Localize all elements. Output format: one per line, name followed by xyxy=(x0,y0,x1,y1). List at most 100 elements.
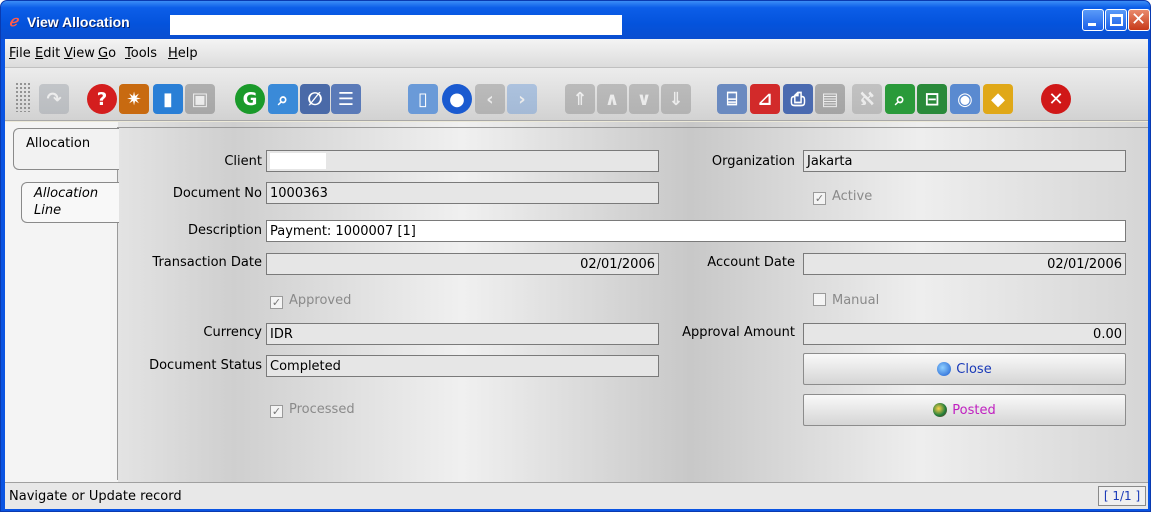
approved-checkbox[interactable]: ✓ Approved xyxy=(270,293,351,309)
description-label: Description xyxy=(187,223,262,238)
tab-allocation[interactable]: Allocation xyxy=(13,128,119,170)
close-window-button[interactable]: ✕ xyxy=(1128,9,1150,31)
menu-go-rest: o xyxy=(108,46,117,61)
posted-icon xyxy=(933,403,948,417)
menu-bar: File Edit View Go Tools Help xyxy=(5,39,1148,67)
new-record-icon[interactable]: ✷ xyxy=(119,84,149,114)
home-icon[interactable]: ● xyxy=(442,84,472,114)
report-icon[interactable]: ▤ xyxy=(815,84,845,114)
record-panel: Allocation Allocation Line Client Organi… xyxy=(5,122,1148,482)
menu-edit[interactable]: Edit xyxy=(35,46,60,61)
manual-checkbox[interactable]: Manual xyxy=(813,293,879,308)
transaction-date-field[interactable]: 02/01/2006 xyxy=(266,253,659,275)
minimize-icon xyxy=(1088,23,1096,26)
print-preview-icon[interactable]: ⌸ xyxy=(717,84,747,114)
archive-icon[interactable]: ◉ xyxy=(950,84,980,114)
account-date-label: Account Date xyxy=(707,255,795,270)
currency-field[interactable]: IDR xyxy=(266,323,659,345)
menu-edit-rest: dit xyxy=(43,46,61,61)
title-bar[interactable]: ℯ View Allocation ✕ xyxy=(1,1,1150,39)
active-workflows-icon[interactable]: ⌕ xyxy=(885,84,915,114)
approved-checkbox-label: Approved xyxy=(289,293,352,308)
manual-checkbox-label: Manual xyxy=(832,293,880,308)
close-icon: ✕ xyxy=(1131,9,1147,30)
delete-icon[interactable]: ▣ xyxy=(185,84,215,114)
maximize-icon xyxy=(1110,14,1123,26)
next-record-icon[interactable]: ∨ xyxy=(629,84,659,114)
account-date-field[interactable]: 02/01/2006 xyxy=(803,253,1126,275)
status-message: Navigate or Update record xyxy=(9,489,182,504)
processed-checkbox[interactable]: ✓ Processed xyxy=(270,402,355,418)
document-no-label: Document No xyxy=(172,186,262,201)
status-bar: Navigate or Update record [ 1/1 ] xyxy=(5,482,1148,509)
active-check-icon: ✓ xyxy=(813,192,826,205)
menu-go-key: G xyxy=(98,46,109,61)
menu-tools-rest: ools xyxy=(130,46,158,61)
window-title: View Allocation xyxy=(27,14,130,30)
menu-view-key: V xyxy=(64,46,73,61)
organization-label: Organization xyxy=(711,154,795,169)
tab-allocation-line-label: Allocation Line xyxy=(34,186,99,218)
find-icon[interactable]: ⌕ xyxy=(268,84,298,114)
minimize-button[interactable] xyxy=(1082,9,1104,31)
menu-help-rest: elp xyxy=(177,46,198,61)
product-info-icon[interactable]: ◆ xyxy=(983,84,1013,114)
menu-file[interactable]: File xyxy=(9,46,31,61)
manual-check-icon xyxy=(813,293,826,306)
menu-view[interactable]: View xyxy=(64,46,95,61)
active-checkbox[interactable]: ✓ Active xyxy=(813,189,872,205)
client-field[interactable] xyxy=(266,150,659,172)
previous-record-icon[interactable]: ∧ xyxy=(597,84,627,114)
menu-help[interactable]: Help xyxy=(168,46,198,61)
requests-icon[interactable]: ⊟ xyxy=(917,84,947,114)
toolbar-grip[interactable] xyxy=(15,82,31,112)
transaction-date-label: Transaction Date xyxy=(152,255,262,270)
organization-field[interactable]: Jakarta xyxy=(803,150,1126,172)
description-field[interactable]: Payment: 1000007 [1] xyxy=(266,220,1126,242)
processed-check-icon: ✓ xyxy=(270,405,283,418)
first-record-icon[interactable]: ⇑ xyxy=(565,84,595,114)
application-window: ℯ View Allocation ✕ File Edit View Go To… xyxy=(0,0,1151,512)
ignore-icon[interactable]: ↷ xyxy=(39,84,69,114)
posted-button-label: Posted xyxy=(952,402,996,418)
document-status-field[interactable]: Completed xyxy=(266,355,659,377)
document-status-label: Document Status xyxy=(149,358,262,373)
title-redacted-area xyxy=(170,15,622,35)
currency-label: Currency xyxy=(203,325,262,340)
close-document-icon xyxy=(937,362,952,376)
client-label: Client xyxy=(224,154,262,169)
approval-amount-label: Approval Amount xyxy=(682,325,795,340)
refresh-icon[interactable]: G xyxy=(235,84,265,114)
pdf-icon[interactable]: ⊿ xyxy=(750,84,780,114)
posted-button[interactable]: Posted xyxy=(803,394,1126,426)
menu-help-key: H xyxy=(168,46,178,61)
toolbar: ↷ ? ✷ ▮ ▣ G ⌕ ∅ ☰ ▯ ● ‹ › ⇑ ∧ ∨ ⇓ ⌸ ⊿ ⎙ … xyxy=(5,67,1148,121)
attachment-icon[interactable]: ∅ xyxy=(300,84,330,114)
app-logo-icon: ℯ xyxy=(9,12,18,30)
client-area: File Edit View Go Tools Help ↷ ? ✷ ▮ ▣ G… xyxy=(5,39,1148,509)
close-document-label: Close xyxy=(956,361,992,377)
document-no-field[interactable]: 1000363 xyxy=(266,182,659,204)
menu-go[interactable]: Go xyxy=(98,46,116,61)
client-redacted-value xyxy=(270,153,326,169)
tab-allocation-line[interactable]: Allocation Line xyxy=(21,182,119,223)
zoom-across-icon[interactable]: ℵ xyxy=(852,84,882,114)
save-icon[interactable]: ▮ xyxy=(153,84,183,114)
next-icon[interactable]: › xyxy=(507,84,537,114)
processed-checkbox-label: Processed xyxy=(289,402,355,417)
menu-edit-key: E xyxy=(35,46,44,61)
history-icon[interactable]: ▯ xyxy=(408,84,438,114)
help-icon[interactable]: ? xyxy=(87,84,117,114)
previous-icon[interactable]: ‹ xyxy=(475,84,505,114)
exit-icon[interactable]: ✕ xyxy=(1041,84,1071,114)
record-indicator[interactable]: [ 1/1 ] xyxy=(1098,486,1146,506)
maximize-button[interactable] xyxy=(1105,9,1127,31)
approval-amount-field[interactable]: 0.00 xyxy=(803,323,1126,345)
close-document-button[interactable]: Close xyxy=(803,353,1126,385)
active-checkbox-label: Active xyxy=(832,189,873,204)
grid-toggle-icon[interactable]: ☰ xyxy=(331,84,361,114)
menu-file-rest: ile xyxy=(15,46,31,61)
print-icon[interactable]: ⎙ xyxy=(783,84,813,114)
last-record-icon[interactable]: ⇓ xyxy=(661,84,691,114)
menu-tools[interactable]: Tools xyxy=(125,46,157,61)
